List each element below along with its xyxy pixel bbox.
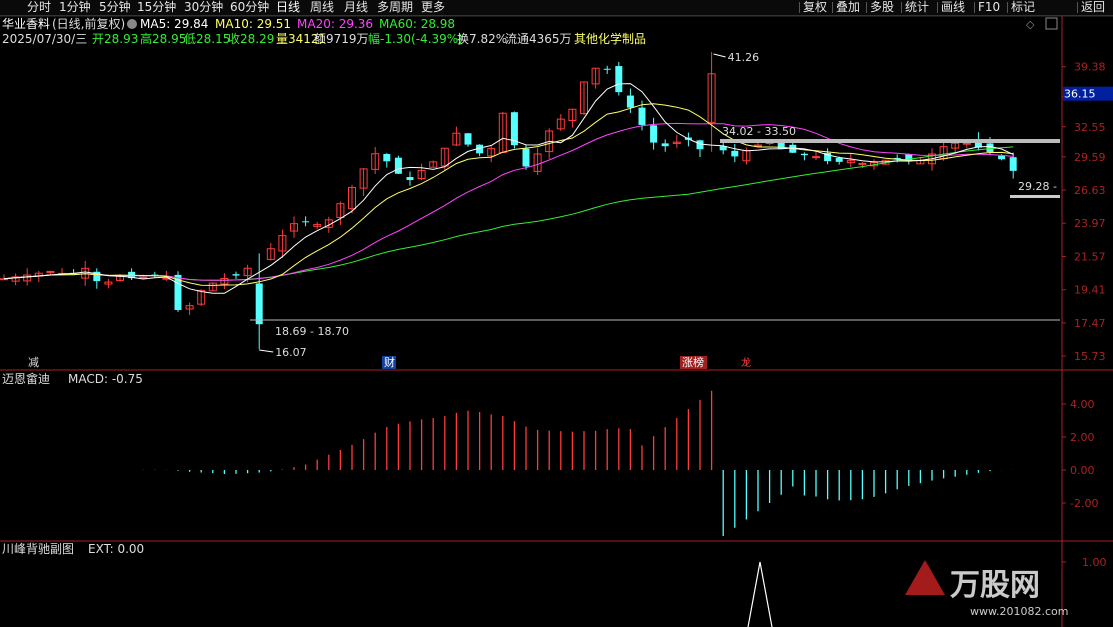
price-label-6: 21.57 [1074, 250, 1106, 263]
candle-body-56 [650, 125, 658, 143]
quote-info-1: 开28.93 [92, 32, 138, 46]
ma20-line [3, 122, 1014, 281]
candle-body-72 [835, 158, 843, 162]
quote-info-6: 额9719万 [314, 32, 369, 46]
candle-body-69 [800, 153, 808, 156]
ext-axis-0: 1.00 [1082, 556, 1107, 569]
current-price-label: 36.15 [1064, 88, 1096, 101]
quote-info-4: 收28.29 [228, 32, 274, 46]
candle-body-26 [302, 221, 310, 223]
ma5-line [3, 83, 1014, 294]
candle-body-57 [661, 143, 669, 147]
macd-axis-3: -2.00 [1070, 497, 1098, 510]
event-marker-right2: 龙 [741, 356, 751, 369]
candle-body-87 [1009, 157, 1017, 171]
low-arrow [259, 349, 274, 353]
watermark-brand: 万股网 [950, 568, 1040, 603]
candle-body-22 [255, 283, 263, 325]
price-label-9: 15.73 [1074, 350, 1106, 363]
candle-body-86 [998, 155, 1006, 160]
watermark-url: www.201082.com [970, 605, 1068, 618]
ma-label-2: MA20: 29.36 [297, 17, 373, 31]
ext-spike [747, 561, 773, 627]
ext-value: EXT: 0.00 [88, 542, 144, 556]
range-right-label: 29.28 - [1018, 180, 1057, 193]
ma-label-1: MA10: 29.51 [215, 17, 291, 31]
price-label-4: 26.63 [1074, 184, 1106, 197]
settings-icon [127, 19, 137, 29]
macd-title: 迈恩畲迪 [2, 371, 50, 386]
event-marker-mid: 财 [384, 355, 395, 369]
ma60-line [3, 146, 1014, 281]
chart-mode: (日线,前复权) [52, 16, 125, 31]
event-marker-right: 涨榜 [682, 355, 704, 369]
candle-body-4 [46, 270, 55, 273]
diamond-icon: ◇ [1026, 18, 1035, 31]
candle-body-65 [754, 144, 762, 147]
quote-info-7: 幅-1.30(-4.39%) [368, 31, 463, 46]
macd-axis-2: 0.00 [1070, 464, 1095, 477]
range-low-label: 18.69 - 18.70 [275, 325, 349, 338]
high-label: 41.26 [728, 51, 760, 64]
watermark-logo-icon [905, 560, 945, 595]
quote-info-3: 低28.15 [184, 32, 230, 46]
ma-label-0: MA5: 29.84 [140, 17, 208, 31]
high-arrow [713, 53, 726, 58]
price-label-7: 19.41 [1074, 284, 1106, 297]
quote-info-2: 高28.95 [140, 31, 186, 46]
candle-body-33 [383, 154, 391, 162]
low-label: 16.07 [275, 346, 307, 359]
candle-body-60 [696, 140, 704, 150]
resistance-bar-right [1010, 195, 1060, 198]
candle-body-20 [232, 274, 240, 276]
candle-body-54 [626, 95, 634, 108]
price-label-0: 39.38 [1074, 61, 1106, 74]
stock-chart[interactable]: 华业香料 (日线,前复权) MA5: 29.84 MA10: 29.51 MA20: 2… [0, 0, 1113, 627]
range-top-label: 34.02 - 33.50 [722, 125, 796, 138]
quote-info-0: 2025/07/30/三 [2, 32, 87, 46]
candle-body-12 [139, 276, 148, 279]
quote-info-10: 其他化学制品 [574, 31, 646, 46]
candle-body-40 [464, 133, 472, 145]
stock-name: 华业香料 [2, 17, 50, 31]
candle-body-74 [858, 162, 867, 165]
candle-body-53 [615, 66, 623, 93]
ma10-line [3, 103, 1014, 286]
candle-body-35 [406, 177, 414, 181]
window-icon [1045, 17, 1058, 30]
candle-body-52 [603, 68, 611, 70]
candle-body-83 [962, 142, 971, 145]
candle-body-85 [986, 143, 994, 152]
event-marker-left: 减 [28, 356, 39, 369]
macd-axis-0: 4.00 [1070, 398, 1095, 411]
price-label-5: 23.97 [1074, 217, 1106, 230]
macd-value: MACD: -0.75 [68, 372, 143, 386]
quote-info-9: 流通4365万 [505, 32, 572, 46]
candle-body-55 [638, 107, 646, 125]
price-label-3: 29.59 [1074, 151, 1106, 164]
candle-body-45 [522, 148, 530, 167]
price-label-8: 17.47 [1074, 317, 1106, 330]
quote-info-8: 换7.82% [457, 32, 507, 46]
price-label-2: 32.55 [1074, 121, 1106, 134]
candle-body-63 [731, 150, 739, 157]
macd-axis-1: 2.00 [1070, 431, 1095, 444]
resistance-bar [720, 139, 1060, 143]
ext-title: 川峰背驰副图 [2, 542, 74, 556]
ma-label-3: MA60: 28.98 [379, 17, 455, 31]
candle-body-34 [394, 157, 402, 174]
